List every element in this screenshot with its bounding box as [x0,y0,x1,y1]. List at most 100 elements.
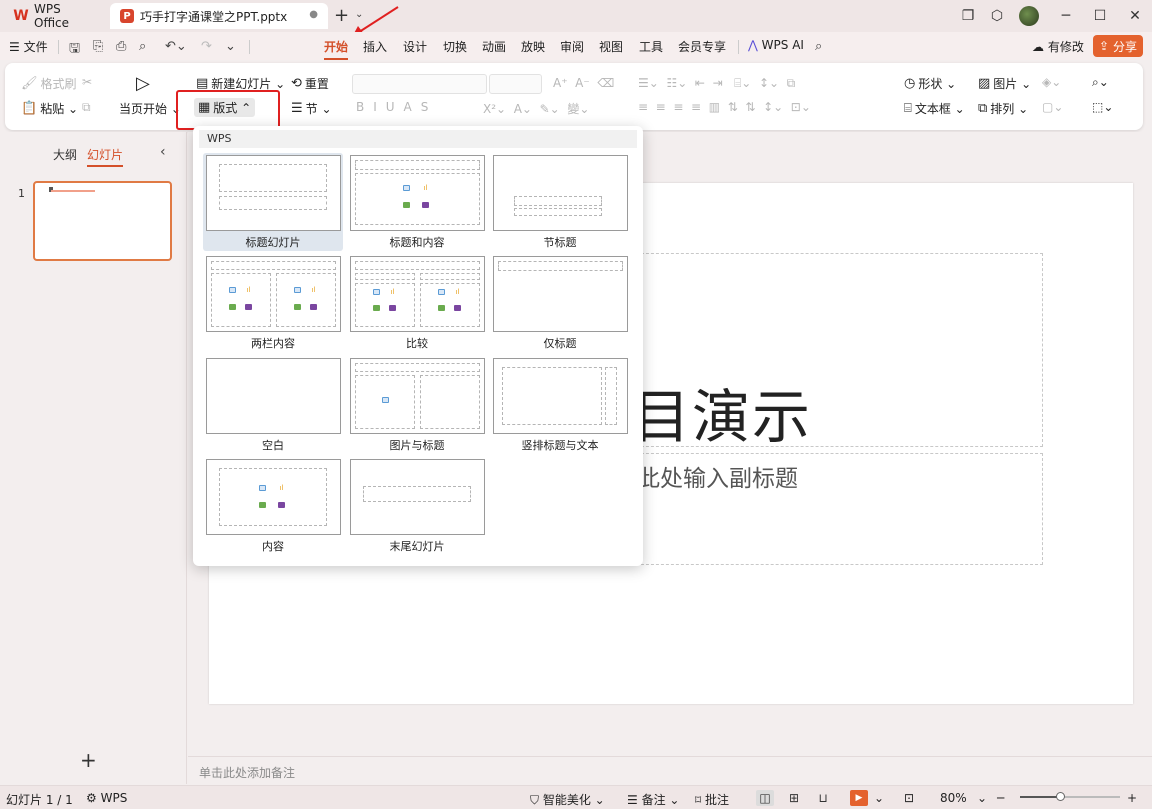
export-icon[interactable]: ⎘ [93,39,103,54]
collapse-panel-icon[interactable]: ‹ [160,144,166,160]
new-tab-plus-icon[interactable]: + [334,5,349,26]
print-preview-icon[interactable]: ⌕ [139,39,146,54]
title-bar: W WPS Office P 巧手打字通课堂之PPT.pptx ● + ⌄ ❐ … [0,0,1152,32]
layout-picture-caption[interactable]: 图片与标题 [347,356,487,454]
tab-document[interactable]: P 巧手打字通课堂之PPT.pptx ● [110,3,328,29]
shape-button[interactable]: ◷ 形状 ⌄ [904,75,956,92]
save-icon[interactable]: 🖫 [69,39,80,61]
smart-beautify-button[interactable]: ⛉ 智能美化 ⌄ [530,791,605,808]
bullet-list-icons[interactable]: ☰⌄ ☷⌄ ⇤ ⇥ ⌸⌄ ↕⌄ ⧉ [638,76,795,91]
zoom-chevron-icon[interactable]: ⌄ [977,791,987,805]
tab-design[interactable]: 设计 [403,38,427,55]
cut-icon[interactable]: ✂ [82,75,92,89]
format-painter-button[interactable]: 🖌 格式刷 [21,75,77,92]
modified-status[interactable]: ☁ 有修改 [1032,38,1084,55]
tab-animation[interactable]: 动画 [482,38,506,55]
font-size-select[interactable] [489,74,542,94]
find-icon[interactable]: ⌕⌄ [1092,75,1109,90]
font-family-select[interactable] [352,74,487,94]
layout-end-slide[interactable]: 末尾幻灯片 [347,457,487,555]
fill-icon[interactable]: ◈⌄ [1042,75,1061,89]
tab-transition[interactable]: 切换 [443,38,467,55]
tab-list-icon[interactable]: ❐ [958,6,978,26]
tab-view[interactable]: 视图 [599,38,623,55]
play-circle-icon[interactable]: ▷ [136,73,150,94]
close-icon[interactable]: ✕ [1125,6,1145,26]
zoom-out-icon[interactable]: ─ [997,791,1004,805]
maximize-icon[interactable]: ☐ [1090,6,1110,26]
paragraph-align-icons[interactable]: ≡ ≡ ≡ ≡ ▥ ⇅ ⇅ ↕⌄ ⊡⌄ [638,100,811,114]
add-slide-plus-icon[interactable]: + [80,748,97,772]
zoom-slider-handle[interactable] [1056,792,1065,801]
cube-icon[interactable]: ⬡ [987,6,1007,26]
normal-view-icon[interactable]: ◫ [756,790,774,806]
textbox-icon: ⌸ [904,101,912,116]
layout-vertical-title-text[interactable]: 竖排标题与文本 [490,356,630,454]
redo-icon[interactable]: ↷ [201,39,212,54]
heading-box-left [355,273,415,280]
layout-title-only[interactable]: 仅标题 [490,254,630,352]
layout-preview [493,256,628,332]
layout-content[interactable]: ıl 内容 [203,457,343,555]
tab-tools[interactable]: 工具 [639,38,663,55]
play-slideshow-icon[interactable]: ▶ [850,790,868,806]
section-button[interactable]: ☰ 节 ⌄ [291,100,332,117]
copy-icon[interactable]: ⧉ [82,100,91,115]
notes-button[interactable]: ☰ 备注 ⌄ [627,791,679,808]
layout-two-content[interactable]: ıl ıl 两栏内容 [203,254,343,352]
play-chevron-icon[interactable]: ⌄ [874,791,884,805]
select-icon[interactable]: ⬚⌄ [1092,100,1113,114]
title-box [498,261,623,271]
undo-icon[interactable]: ↶⌄ [165,39,187,54]
layout-blank[interactable]: 空白 [203,356,343,454]
share-button[interactable]: ⇪ 分享 [1093,35,1143,57]
layout-title-slide[interactable]: 标题幻灯片 [203,153,343,251]
outline-icon[interactable]: ▢⌄ [1042,100,1063,114]
layout-title-content[interactable]: ıl 标题和内容 [347,153,487,251]
layout-section-header[interactable]: 节标题 [490,153,630,251]
comments-button[interactable]: ⌑ 批注 [695,791,729,808]
superscript-icon[interactable]: X²⌄ A⌄ ✎⌄ 變⌄ [483,100,589,117]
tab-review[interactable]: 审阅 [560,38,584,55]
more-chevron-icon[interactable]: ⌄ [225,39,236,54]
layout-label: 图片与标题 [389,439,445,452]
minimize-icon[interactable]: ─ [1056,6,1076,26]
reading-view-icon[interactable]: ⊔ [814,790,832,806]
search-icon[interactable]: ⌕ [815,39,822,54]
tab-home[interactable]: 开始 [324,38,349,60]
file-menu[interactable]: ☰ 文件 [9,38,48,55]
layout-preview [493,358,628,434]
picture-button[interactable]: ▨ 图片 ⌄ [978,75,1031,92]
arrange-button[interactable]: ⧉ 排列 ⌄ [978,100,1028,117]
tab-wps-office[interactable]: W WPS Office [4,2,104,30]
tab-slides[interactable]: 幻灯片 [87,146,124,167]
fit-window-icon[interactable]: ⊡ [904,791,914,805]
zoom-in-icon[interactable]: + [1127,791,1137,805]
text-style-icons[interactable]: BIUAS [356,100,437,114]
textbox-button[interactable]: ⌸ 文本框 ⌄ [904,100,965,117]
section-label: 节 [305,102,318,116]
print-icon[interactable]: ⎙ [116,39,126,54]
theme-indicator[interactable]: ⚙ WPS [86,791,127,805]
layout-comparison[interactable]: ıl ıl 比较 [347,254,487,352]
increase-font-icon[interactable]: A⁺ A⁻ ⌫ [553,76,614,90]
tab-outline[interactable]: 大纲 [53,146,77,163]
reset-button[interactable]: ⟲ 重置 [291,75,329,92]
sorter-view-icon[interactable]: ⊞ [785,790,803,806]
tab-insert[interactable]: 插入 [363,38,387,55]
user-avatar[interactable] [1019,6,1039,26]
slide-thumbnail[interactable] [33,181,172,261]
zoom-level[interactable]: 80% [940,791,967,805]
paste-button[interactable]: 📋 粘贴 ⌄ [21,100,78,117]
notes-pane[interactable]: 单击此处添加备注 [188,756,1152,784]
image-placeholder-icon [259,485,266,491]
media-placeholder-icon [245,304,252,310]
zoom-slider[interactable] [1020,792,1120,801]
wps-ai-button[interactable]: ⋀ WPS AI [748,38,804,52]
unsaved-dot-icon[interactable]: ● [309,9,318,20]
content-box-right [276,273,336,327]
tab-slideshow[interactable]: 放映 [521,38,545,55]
start-from-current-button[interactable]: 当页开始 ⌄ [119,100,181,117]
tab-membership[interactable]: 会员专享 [678,38,726,55]
chart-placeholder-icon: ıl [422,184,429,192]
